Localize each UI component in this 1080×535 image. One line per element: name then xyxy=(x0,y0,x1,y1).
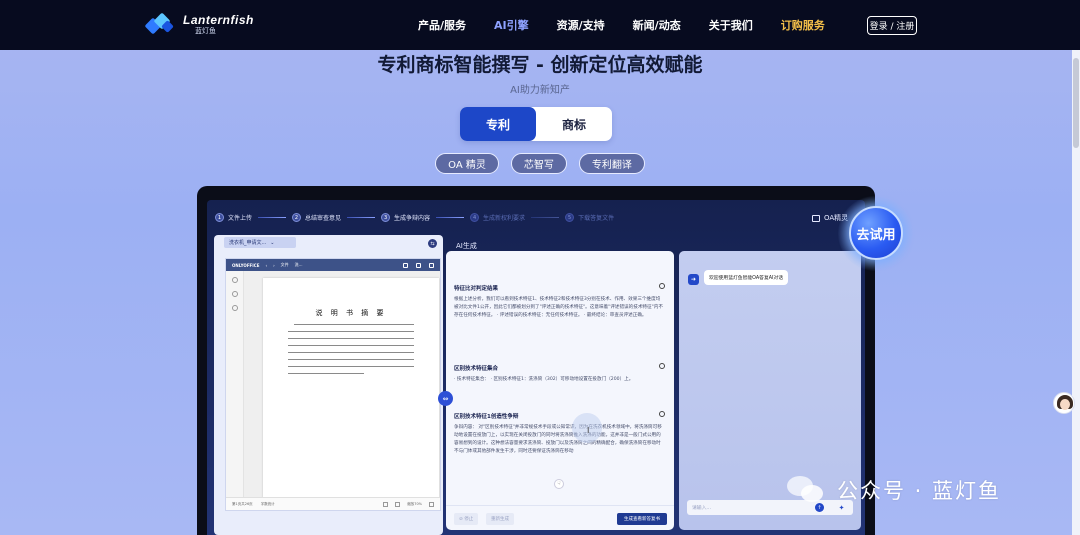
save-icon[interactable] xyxy=(416,262,421,268)
regenerate-button[interactable]: 重新生成 xyxy=(486,513,514,525)
forward-arrow-icon[interactable]: › xyxy=(273,263,275,268)
top-nav: Lanternfish 蓝灯鱼 产品/服务 AI引擎 资源/支持 新闻/动态 关… xyxy=(0,0,1080,50)
nav-item-about[interactable]: 关于我们 xyxy=(709,17,753,33)
page-subtitle: AI助力新知产 xyxy=(510,85,570,96)
document-viewer: ONLYOFFICE ‹ › 文件 洗... 说 明 书 摘 要 第1页共26页… xyxy=(225,258,441,511)
logo-text-zh: 蓝灯鱼 xyxy=(195,26,216,35)
step-1: 1 文件上传 xyxy=(215,213,252,222)
nav-item-ai-engine[interactable]: AI引擎 xyxy=(494,17,529,33)
document-title: 说 明 书 摘 要 xyxy=(315,309,387,317)
category-toggle: 专利 商标 xyxy=(460,107,612,141)
wechat-icon xyxy=(787,474,827,506)
window-icon xyxy=(812,214,820,222)
step-5: 5 下载答复文件 xyxy=(565,213,614,222)
section-text: 根据上述分析，我们可以看到技术特征1、技术特征2和技术特征3分别在技术、作用、效… xyxy=(454,297,663,318)
section-title: 区别技术特征1创造性争辩 xyxy=(454,414,519,420)
nav-menu: 产品/服务 AI引擎 资源/支持 新闻/动态 关于我们 订购服务 xyxy=(418,0,853,50)
download-icon[interactable] xyxy=(429,262,434,268)
logo-text-en: Lanternfish xyxy=(183,12,254,27)
refresh-icon[interactable] xyxy=(659,363,665,369)
pill-smart-write[interactable]: 芯智写 xyxy=(510,153,567,174)
section-title: 特征比对判定结果 xyxy=(454,286,499,292)
chevron-down-icon: ⌄ xyxy=(270,239,275,246)
nav-item-products[interactable]: 产品/服务 xyxy=(418,17,466,33)
logo[interactable]: Lanternfish 蓝灯鱼 xyxy=(144,12,254,36)
nav-item-order[interactable]: 订购服务 xyxy=(781,17,825,33)
print-icon[interactable] xyxy=(403,262,408,268)
section-text: · 技术特征集合： · 区别技术特征1：洗涤筒（302）可移动地设置在投放门（2… xyxy=(454,377,634,382)
try-now-button[interactable]: 去试用 xyxy=(849,206,903,260)
login-button[interactable]: 登录 / 注册 xyxy=(867,16,917,35)
ai-generate-label: AI生成 xyxy=(456,242,477,250)
file-select[interactable]: 洗衣机_申请文... ⌄ xyxy=(224,237,296,248)
app-preview-frame: 1 文件上传 2 总结审查意见 3 生成争辩内容 4 生成新权利要求 5 下载答复文件 O… xyxy=(197,186,875,535)
section-title: 区别技术特征集合 xyxy=(454,366,499,372)
step-2: 2 总结审查意见 xyxy=(292,213,341,222)
refresh-icon[interactable] xyxy=(659,411,665,417)
scroll-down-icon[interactable]: ☟ xyxy=(554,479,564,489)
stop-button[interactable]: ⊘ 停止 xyxy=(454,513,479,525)
text-cursor-icon: I xyxy=(587,426,590,435)
back-arrow-icon[interactable]: ‹ xyxy=(265,263,267,268)
chat-message: 欢迎使用蓝灯鱼智能OA答复AI对话 xyxy=(704,270,789,285)
fit-page-icon[interactable] xyxy=(383,501,389,507)
editor-statusbar: 第1页共26页 字数统计 缩放70% xyxy=(226,497,440,510)
tab-patent[interactable]: 专利 xyxy=(460,107,536,141)
step-3: 3 生成争辩内容 xyxy=(381,213,430,222)
drag-handle-icon[interactable]: ⇔ xyxy=(438,391,453,406)
pill-patent-translate[interactable]: 专利翻译 xyxy=(578,153,645,174)
document-body xyxy=(288,324,414,380)
nav-item-resources[interactable]: 资源/支持 xyxy=(557,17,605,33)
watermark: 公众号 · 蓝灯鱼 xyxy=(787,474,1001,506)
word-count[interactable]: 字数统计 xyxy=(261,502,275,507)
pill-oa-spirit[interactable]: OA 精灵 xyxy=(435,153,499,174)
watermark-text: 公众号 · 蓝灯鱼 xyxy=(837,479,1002,503)
logo-icon xyxy=(144,12,177,36)
search-icon[interactable] xyxy=(231,277,238,283)
progress-steps: 1 文件上传 2 总结审查意见 3 生成争辩内容 4 生成新权利要求 5 下载答复文件 xyxy=(215,213,614,222)
collapse-icon[interactable]: ⇆ xyxy=(428,239,437,248)
refresh-icon[interactable] xyxy=(659,283,665,289)
generate-reply-button[interactable]: 生成查看新答复书 xyxy=(617,513,667,525)
page-title: 专利商标智能撰写 - 创新定位高效赋能 xyxy=(377,54,703,76)
page-scrollbar[interactable] xyxy=(1072,50,1080,535)
info-icon[interactable] xyxy=(231,305,238,311)
tab-trademark[interactable]: 商标 xyxy=(536,107,612,141)
file-menu[interactable]: 文件 xyxy=(281,262,289,268)
app-screen: 1 文件上传 2 总结审查意见 3 生成争辩内容 4 生成新权利要求 5 下载答复文件 O… xyxy=(207,200,865,535)
doc-tab[interactable]: 洗... xyxy=(295,262,303,268)
fit-width-icon[interactable] xyxy=(395,501,401,507)
nav-item-news[interactable]: 新闻/动态 xyxy=(633,17,681,33)
zoom-level[interactable]: 缩放70% xyxy=(407,502,422,507)
document-panel: 洗衣机_申请文... ⌄ ⇆ ONLYOFFICE ‹ › 文件 洗... 说 … xyxy=(214,235,443,535)
document-page: 说 明 书 摘 要 xyxy=(263,278,439,498)
section-text: 争辩内容： 对"区别技术特征"并非常规技术手段或公知常识，因为在洗衣机技术领域中… xyxy=(454,425,662,454)
editor-app-name: ONLYOFFICE xyxy=(232,262,260,268)
zoom-in-icon[interactable] xyxy=(429,501,434,507)
support-avatar[interactable] xyxy=(1053,392,1075,414)
product-pills: OA 精灵 芯智写 专利翻译 xyxy=(0,153,1080,174)
result-footer: ⊘ 停止 重新生成 生成查看新答复书 xyxy=(446,505,674,530)
page-count: 第1页共26页 xyxy=(232,501,253,506)
comment-icon[interactable] xyxy=(231,291,238,297)
editor-toolbar: ONLYOFFICE ‹ › 文件 洗... xyxy=(226,259,440,271)
step-4: 4 生成新权利要求 xyxy=(470,213,525,222)
bot-avatar-icon: ➜ xyxy=(688,274,699,285)
ai-result-panel: 特征比对判定结果 根据上述分析，我们可以看到技术特征1、技术特征2和技术特征3分… xyxy=(446,251,674,530)
editor-sidebar xyxy=(226,271,244,498)
